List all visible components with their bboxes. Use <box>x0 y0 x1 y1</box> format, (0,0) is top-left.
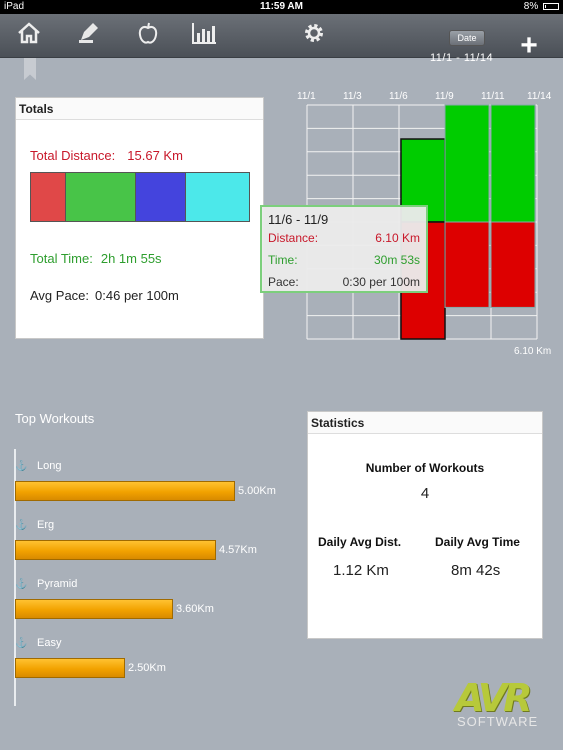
workout-name: Erg <box>37 519 55 531</box>
tooltip-pace-value: 0:30 per 100m <box>342 275 420 289</box>
total-time-label: Total Time: <box>30 251 93 266</box>
bar-chart-icon[interactable] <box>189 20 219 50</box>
workout-label: ⚓ Easy <box>15 637 61 649</box>
daily-avg-dist-label: Daily Avg Dist. <box>318 535 402 549</box>
rower-icon: ⚓ <box>15 461 28 472</box>
workout-name: Easy <box>37 637 62 649</box>
status-time: 11:59 AM <box>260 1 303 12</box>
tooltip-title: 11/6 - 11/9 <box>268 212 329 227</box>
total-distance-label: Total Distance: <box>30 148 116 163</box>
daily-avg-time-label: Daily Avg Time <box>435 535 520 549</box>
workout-name: Long <box>37 460 62 472</box>
tooltip-time-value: 30m 53s <box>373 253 420 267</box>
workout-value: 2.50Km <box>128 662 166 674</box>
statistics-panel: Statistics Number of Workouts 4 Daily Av… <box>307 411 543 639</box>
pencil-icon[interactable] <box>73 20 103 50</box>
gear-icon[interactable] <box>299 20 329 50</box>
tooltip-distance-label: Distance: <box>268 231 319 245</box>
erg-icon: ⚓ <box>15 520 28 531</box>
x-tick-label: 11/9 <box>435 91 454 102</box>
easy-icon: ⚓ <box>15 638 28 649</box>
home-icon[interactable] <box>14 20 44 50</box>
total-time: Total Time: 2h 1m 55s <box>30 251 162 266</box>
distance-bar[interactable] <box>444 104 490 223</box>
pyramid-icon: ⚓ <box>15 579 28 590</box>
workout-bar[interactable] <box>15 599 173 619</box>
time-bar[interactable] <box>444 221 490 308</box>
workout-label: ⚓ Long <box>15 460 61 472</box>
avg-pace: Avg Pace: 0:46 per 100m <box>30 288 179 303</box>
chart-tooltip: 11/6 - 11/9 Distance: 6.10 Km Time: 30m … <box>260 205 428 293</box>
date-button[interactable]: Date <box>449 30 485 46</box>
status-bar: iPad 11:59 AM 8% <box>0 0 563 14</box>
total-distance-value: 15.67 Km <box>127 148 183 163</box>
workout-value: 3.60Km <box>176 603 214 615</box>
battery-icon <box>543 2 559 10</box>
x-tick-label: 11/1 <box>297 91 316 102</box>
totals-panel: Totals Total Distance: 15.67 Km Total Tim… <box>15 97 264 339</box>
toolbar: Date 11/1 - 11/14 + <box>0 14 563 64</box>
logo-subtitle: SOFTWARE <box>457 714 539 729</box>
breakdown-segment-1 <box>65 173 136 221</box>
totals-title: Totals <box>16 98 263 120</box>
tooltip-distance-value: 6.10 Km <box>375 231 420 245</box>
distance-breakdown-bar <box>30 172 250 222</box>
date-range-label: 11/1 - 11/14 <box>430 52 494 64</box>
workout-label: ⚓ Pyramid <box>15 578 77 590</box>
avr-software-logo: AVR SOFTWARE <box>455 676 545 736</box>
time-bar[interactable] <box>490 221 536 308</box>
tooltip-time-label: Time: <box>268 253 298 267</box>
x-tick-label: 11/3 <box>343 91 362 102</box>
x-tick-label: 11/6 <box>389 91 408 102</box>
daily-avg-time-value: 8m 42s <box>451 562 501 579</box>
total-time-value: 2h 1m 55s <box>100 251 162 266</box>
workout-bar[interactable] <box>15 540 216 560</box>
distance-bar[interactable] <box>490 104 536 223</box>
avg-pace-label: Avg Pace: <box>30 288 90 303</box>
statistics-title: Statistics <box>308 412 542 434</box>
breakdown-segment-2 <box>135 173 186 221</box>
workout-value: 5.00Km <box>238 485 276 497</box>
breakdown-segment-3 <box>185 173 249 221</box>
x-tick-label: 11/11 <box>481 91 505 102</box>
workout-value: 4.57Km <box>219 544 257 556</box>
daily-avg-dist-value: 1.12 Km <box>333 562 389 579</box>
battery-percent: 8% <box>523 1 539 12</box>
bookmark-icon <box>24 58 36 80</box>
workout-name: Pyramid <box>37 578 78 590</box>
breakdown-segment-0 <box>31 173 66 221</box>
top-workouts-title: Top Workouts <box>15 411 95 426</box>
apple-icon[interactable] <box>133 20 163 50</box>
battery-indicator: 8% <box>524 1 559 12</box>
scale-label: 6.10 Km <box>514 346 551 357</box>
num-workouts-label: Number of Workouts <box>365 461 485 475</box>
num-workouts-value: 4 <box>420 485 430 502</box>
workout-label: ⚓ Erg <box>15 519 54 531</box>
x-tick-label: 11/14 <box>527 91 552 102</box>
workout-bar[interactable] <box>15 481 235 501</box>
avg-pace-value: 0:46 per 100m <box>95 288 179 303</box>
workout-bar[interactable] <box>15 658 125 678</box>
tooltip-pace-label: Pace: <box>268 275 299 289</box>
total-distance: Total Distance: 15.67 Km <box>30 148 183 163</box>
add-workout-button[interactable]: + <box>516 31 542 61</box>
